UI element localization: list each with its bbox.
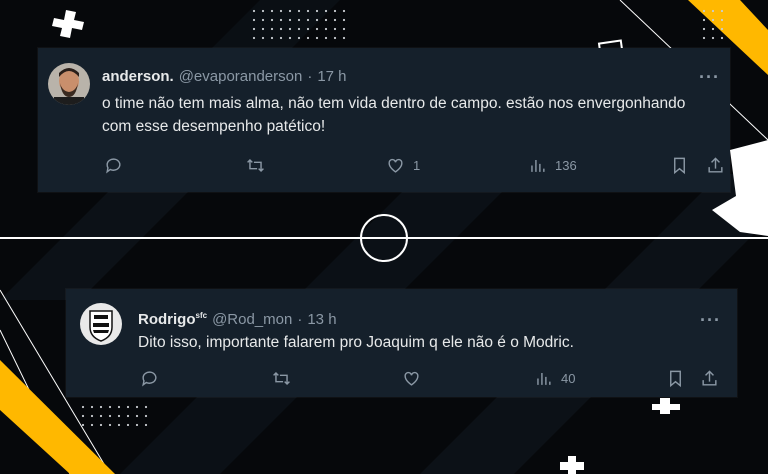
share-button[interactable]	[700, 369, 719, 388]
timestamp[interactable]: 17 h	[317, 68, 346, 85]
bookmark-icon	[670, 370, 681, 388]
action-bar: 1 136	[38, 156, 730, 178]
display-name[interactable]: anderson.	[102, 68, 174, 85]
retweet-button[interactable]	[246, 156, 265, 175]
like-icon	[404, 371, 419, 386]
views-button[interactable]: 40	[534, 369, 575, 388]
name-badge: sfc	[195, 311, 208, 320]
bookmark-button[interactable]	[670, 156, 689, 175]
bookmark-icon	[674, 157, 685, 175]
user-handle[interactable]: @evaporanderson	[179, 68, 303, 85]
share-icon	[708, 157, 723, 173]
share-icon	[702, 370, 717, 386]
tweet-text: o time não tem mais alma, não tem vida d…	[102, 95, 686, 135]
user-handle[interactable]: @Rod_mon	[212, 311, 292, 328]
reply-icon	[142, 371, 157, 387]
avatar[interactable]	[48, 63, 90, 105]
retweet-icon	[247, 158, 264, 173]
action-bar: 40	[66, 369, 737, 391]
share-button[interactable]	[706, 156, 725, 175]
tweet-header: anderson. @evaporanderson · 17 h	[102, 68, 347, 85]
tweet-header: Rodrigosfc @Rod_mon · 13 h	[138, 311, 337, 328]
like-button[interactable]	[402, 369, 421, 388]
more-icon[interactable]: ···	[699, 68, 720, 86]
display-name-text: Rodrigo	[138, 311, 196, 328]
tweet-text: Dito isso, importante falarem pro Joaqui…	[138, 334, 574, 351]
tweet-card[interactable]: Rodrigosfc @Rod_mon · 13 h ··· Dito isso…	[66, 289, 737, 397]
views-icon	[531, 159, 545, 172]
reply-button[interactable]	[104, 156, 123, 175]
view-count: 136	[555, 158, 577, 173]
like-icon	[388, 158, 403, 173]
separator: ·	[297, 311, 303, 328]
reply-icon	[106, 158, 121, 174]
avatar[interactable]	[80, 303, 122, 345]
tweet-card[interactable]: anderson. @evaporanderson · 17 h ··· o t…	[38, 48, 730, 192]
more-icon[interactable]: ···	[700, 311, 721, 329]
separator: ·	[307, 68, 313, 85]
display-name[interactable]: Rodrigosfc	[138, 311, 207, 328]
timestamp[interactable]: 13 h	[307, 311, 336, 328]
like-count: 1	[413, 158, 421, 173]
views-icon	[537, 372, 551, 385]
like-button[interactable]: 1	[386, 156, 420, 175]
views-button[interactable]: 136	[528, 156, 577, 175]
bookmark-button[interactable]	[666, 369, 685, 388]
retweet-icon	[273, 371, 290, 386]
retweet-button[interactable]	[272, 369, 291, 388]
reply-button[interactable]	[140, 369, 159, 388]
view-count: 40	[561, 371, 576, 386]
